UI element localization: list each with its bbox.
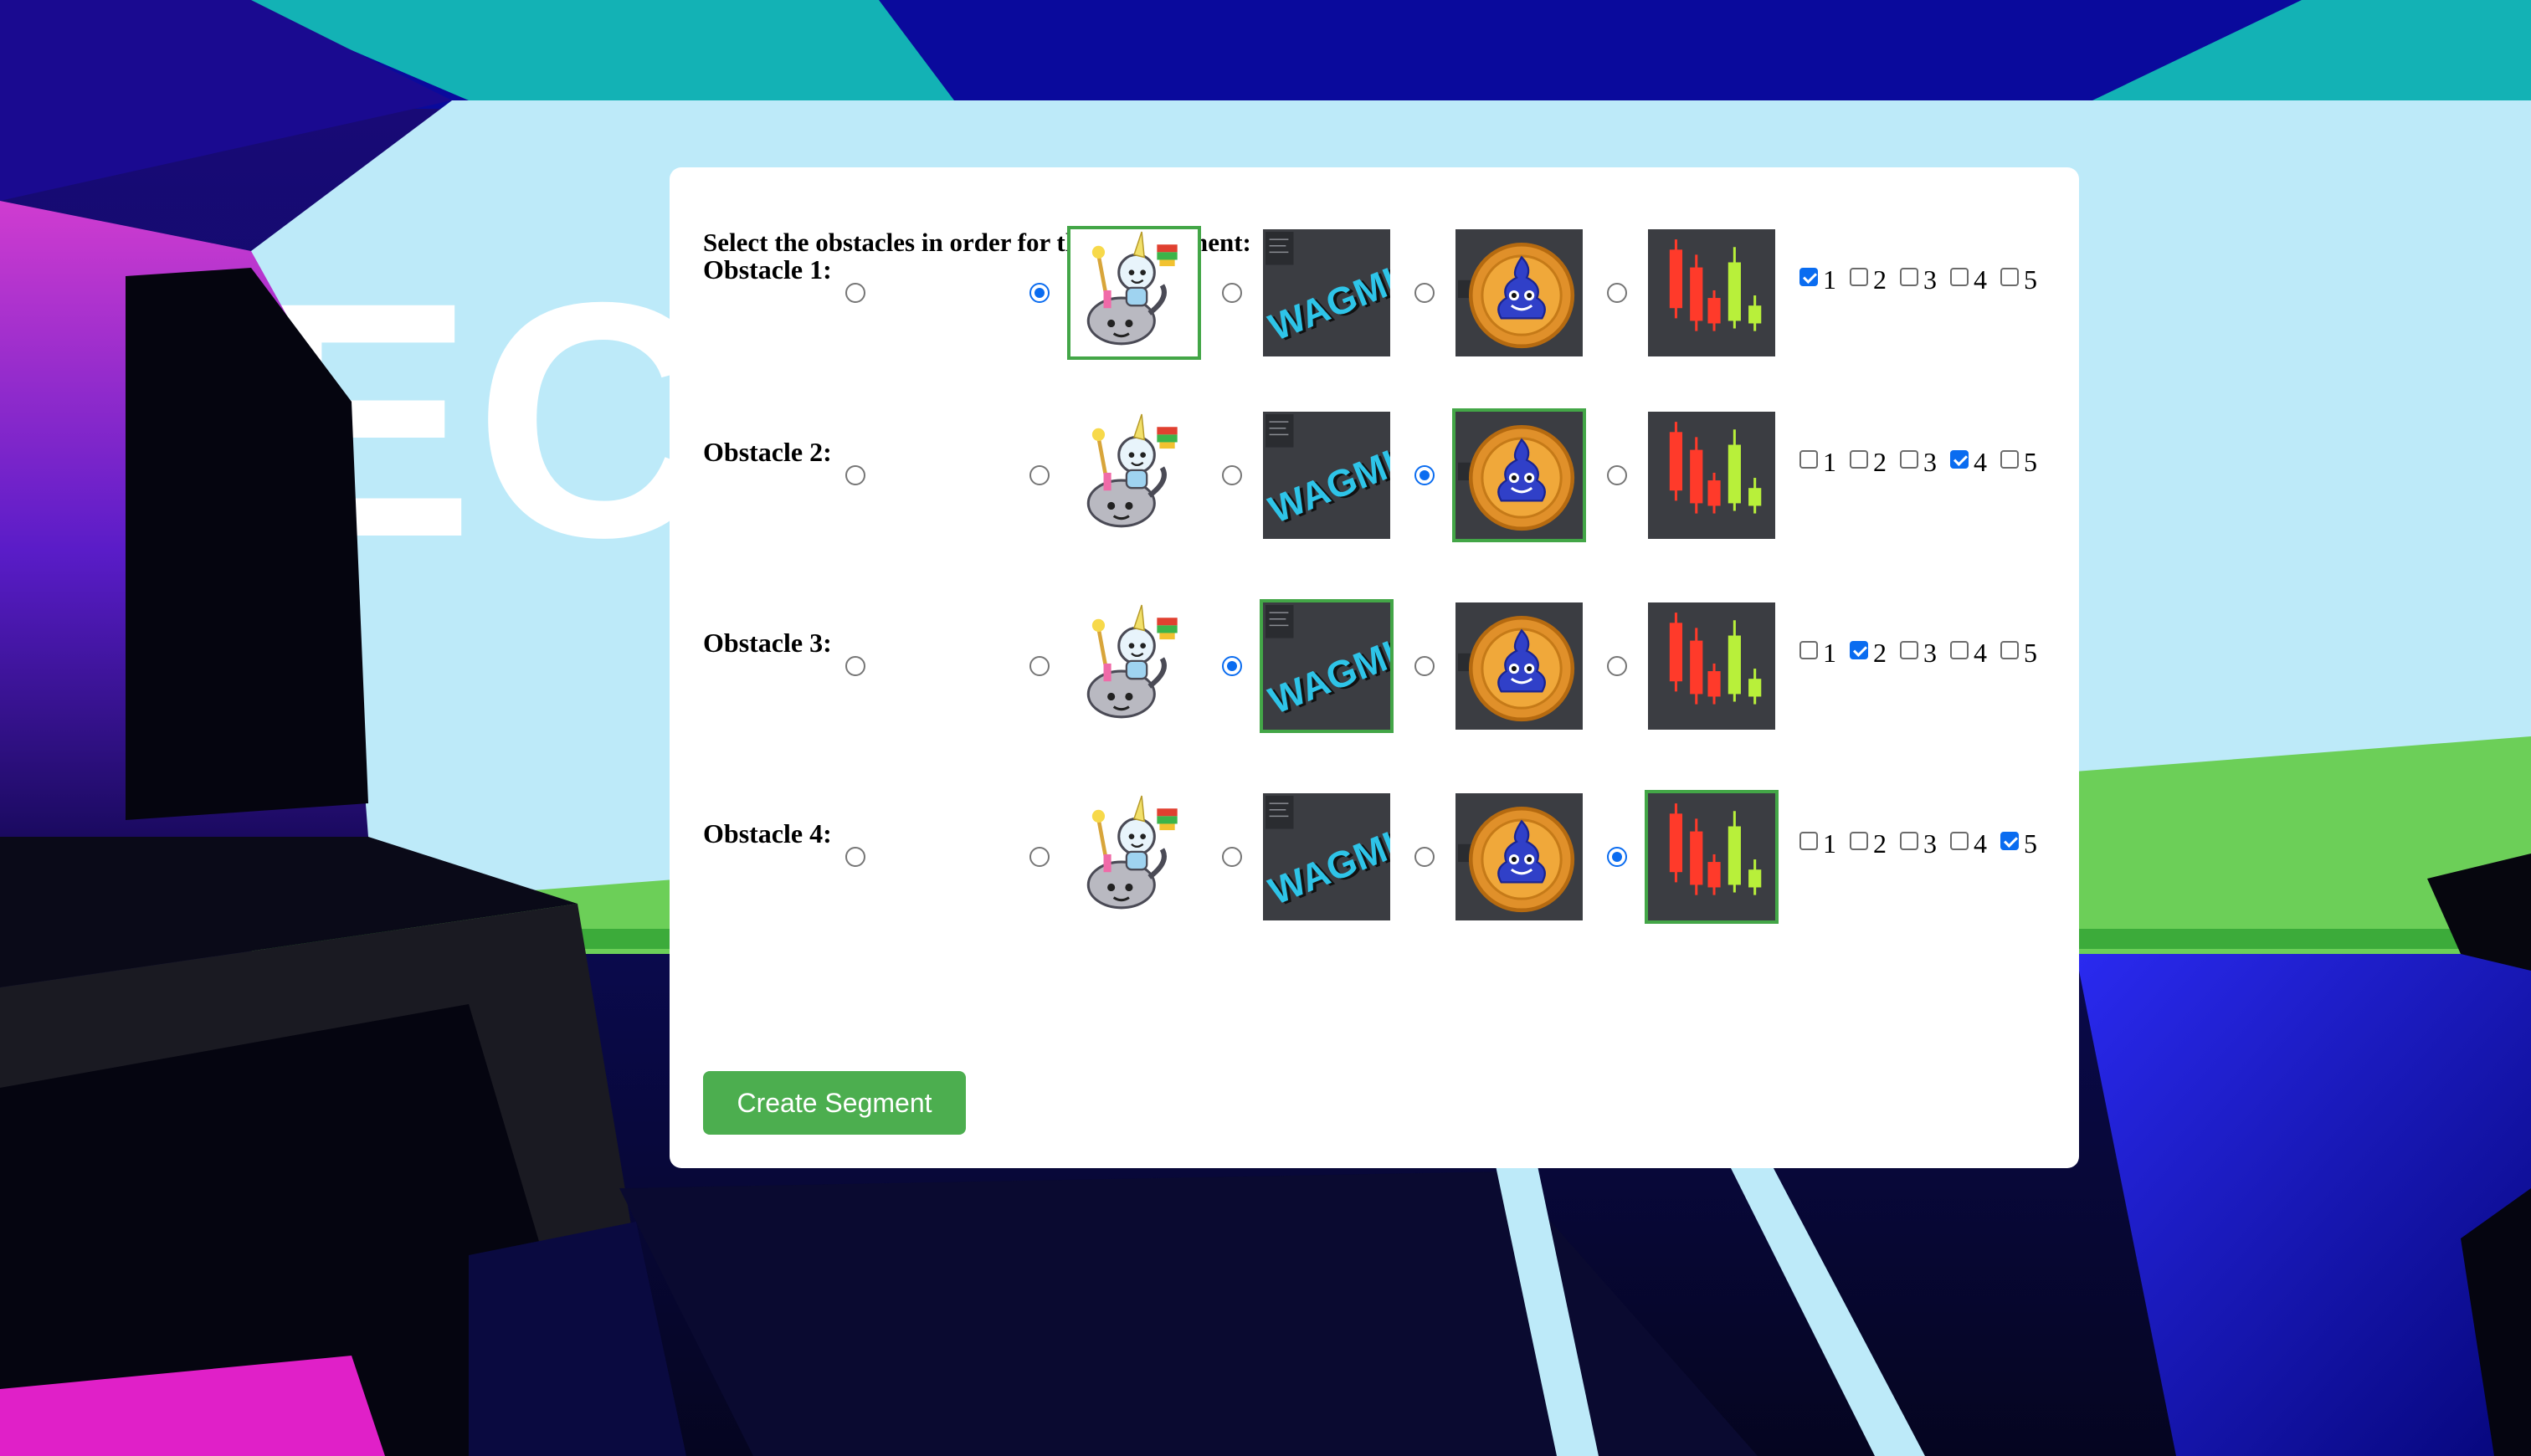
obstacle-row-4: Obstacle 4: WAGMI WAGMI 1 2 3 4 5 [670, 782, 2079, 932]
order-number: 1 [1823, 447, 1836, 477]
obstacle-radio[interactable] [845, 283, 865, 303]
order-number: 5 [2024, 264, 2037, 295]
order-number: 1 [1823, 264, 1836, 295]
obstacle-radio[interactable] [1029, 283, 1050, 303]
obstacle-row-3: Obstacle 3: WAGMI WAGMI 1 2 3 4 5 [670, 591, 2079, 741]
narwhal-unicorn-image[interactable] [1067, 408, 1201, 542]
order-checkbox[interactable] [1900, 832, 1918, 850]
obstacle-radio[interactable] [1029, 656, 1050, 676]
narwhal-unicorn-image[interactable] [1067, 599, 1201, 733]
order-number: 2 [1873, 638, 1887, 668]
obstacle-label: Obstacle 2: [703, 437, 832, 467]
obstacle-radio[interactable] [1607, 656, 1627, 676]
obstacle-row-2: Obstacle 2: WAGMI WAGMI 1 2 3 4 5 [670, 400, 2079, 551]
poop-coin-image[interactable] [1452, 599, 1586, 733]
order-number: 5 [2024, 828, 2037, 859]
candlestick-chart-image[interactable] [1645, 790, 1779, 924]
order-checkbox[interactable] [1900, 268, 1918, 286]
candlestick-chart-image[interactable] [1645, 226, 1779, 360]
obstacle-label: Obstacle 1: [703, 254, 832, 285]
order-number: 1 [1823, 828, 1836, 859]
order-number: 3 [1923, 264, 1937, 295]
order-number: 4 [1974, 828, 1987, 859]
order-checkbox[interactable] [1850, 268, 1868, 286]
wagmi-text-image[interactable]: WAGMI WAGMI [1260, 790, 1394, 924]
obstacle-radio[interactable] [845, 465, 865, 485]
obstacle-radio[interactable] [1029, 847, 1050, 867]
obstacle-radio[interactable] [1414, 847, 1435, 867]
order-checkbox[interactable] [1950, 450, 1969, 469]
obstacle-radio[interactable] [1222, 283, 1242, 303]
poop-coin-image[interactable] [1452, 226, 1586, 360]
obstacle-form-panel: Select the obstacles in order for the ne… [670, 167, 2079, 1168]
order-checkbox[interactable] [1850, 832, 1868, 850]
order-number: 1 [1823, 638, 1836, 668]
poop-coin-image[interactable] [1452, 790, 1586, 924]
order-checkbox[interactable] [2000, 268, 2019, 286]
narwhal-unicorn-image[interactable] [1067, 790, 1201, 924]
order-checkbox[interactable] [1799, 268, 1818, 286]
order-checkbox[interactable] [1950, 832, 1969, 850]
order-number: 3 [1923, 828, 1937, 859]
order-checkbox[interactable] [2000, 450, 2019, 469]
order-checkbox[interactable] [1799, 450, 1818, 469]
obstacle-radio[interactable] [1414, 465, 1435, 485]
obstacle-label: Obstacle 4: [703, 818, 832, 848]
order-number: 2 [1873, 447, 1887, 477]
order-checkbox[interactable] [1799, 641, 1818, 659]
order-checkbox[interactable] [2000, 641, 2019, 659]
wagmi-text-image[interactable]: WAGMI WAGMI [1260, 226, 1394, 360]
order-checkbox[interactable] [1950, 641, 1969, 659]
order-checkbox[interactable] [1950, 268, 1969, 286]
order-checkbox[interactable] [1850, 450, 1868, 469]
order-checkbox[interactable] [2000, 832, 2019, 850]
order-checkbox[interactable] [1799, 832, 1818, 850]
order-number: 5 [2024, 447, 2037, 477]
obstacle-radio[interactable] [1029, 465, 1050, 485]
obstacle-row-1: Obstacle 1: WAGMI WAGMI 1 2 3 4 5 [670, 218, 2079, 368]
obstacle-radio[interactable] [1222, 465, 1242, 485]
narwhal-unicorn-image[interactable] [1067, 226, 1201, 360]
order-checkbox[interactable] [1850, 641, 1868, 659]
obstacle-radio[interactable] [845, 656, 865, 676]
obstacle-radio[interactable] [1414, 656, 1435, 676]
order-number: 3 [1923, 447, 1937, 477]
create-segment-button[interactable]: Create Segment [703, 1071, 966, 1135]
obstacle-label: Obstacle 3: [703, 628, 832, 658]
obstacle-radio[interactable] [1607, 465, 1627, 485]
order-checkbox[interactable] [1900, 450, 1918, 469]
poop-coin-image[interactable] [1452, 408, 1586, 542]
candlestick-chart-image[interactable] [1645, 408, 1779, 542]
obstacle-radio[interactable] [1222, 847, 1242, 867]
obstacle-radio[interactable] [1607, 283, 1627, 303]
order-number: 2 [1873, 828, 1887, 859]
order-number: 4 [1974, 447, 1987, 477]
wagmi-text-image[interactable]: WAGMI WAGMI [1260, 599, 1394, 733]
order-number: 5 [2024, 638, 2037, 668]
order-number: 4 [1974, 264, 1987, 295]
wagmi-text-image[interactable]: WAGMI WAGMI [1260, 408, 1394, 542]
order-checkbox[interactable] [1900, 641, 1918, 659]
candlestick-chart-image[interactable] [1645, 599, 1779, 733]
obstacle-radio[interactable] [1222, 656, 1242, 676]
obstacle-radio[interactable] [1414, 283, 1435, 303]
obstacle-radio[interactable] [1607, 847, 1627, 867]
order-number: 4 [1974, 638, 1987, 668]
order-number: 3 [1923, 638, 1937, 668]
order-number: 2 [1873, 264, 1887, 295]
obstacle-radio[interactable] [845, 847, 865, 867]
